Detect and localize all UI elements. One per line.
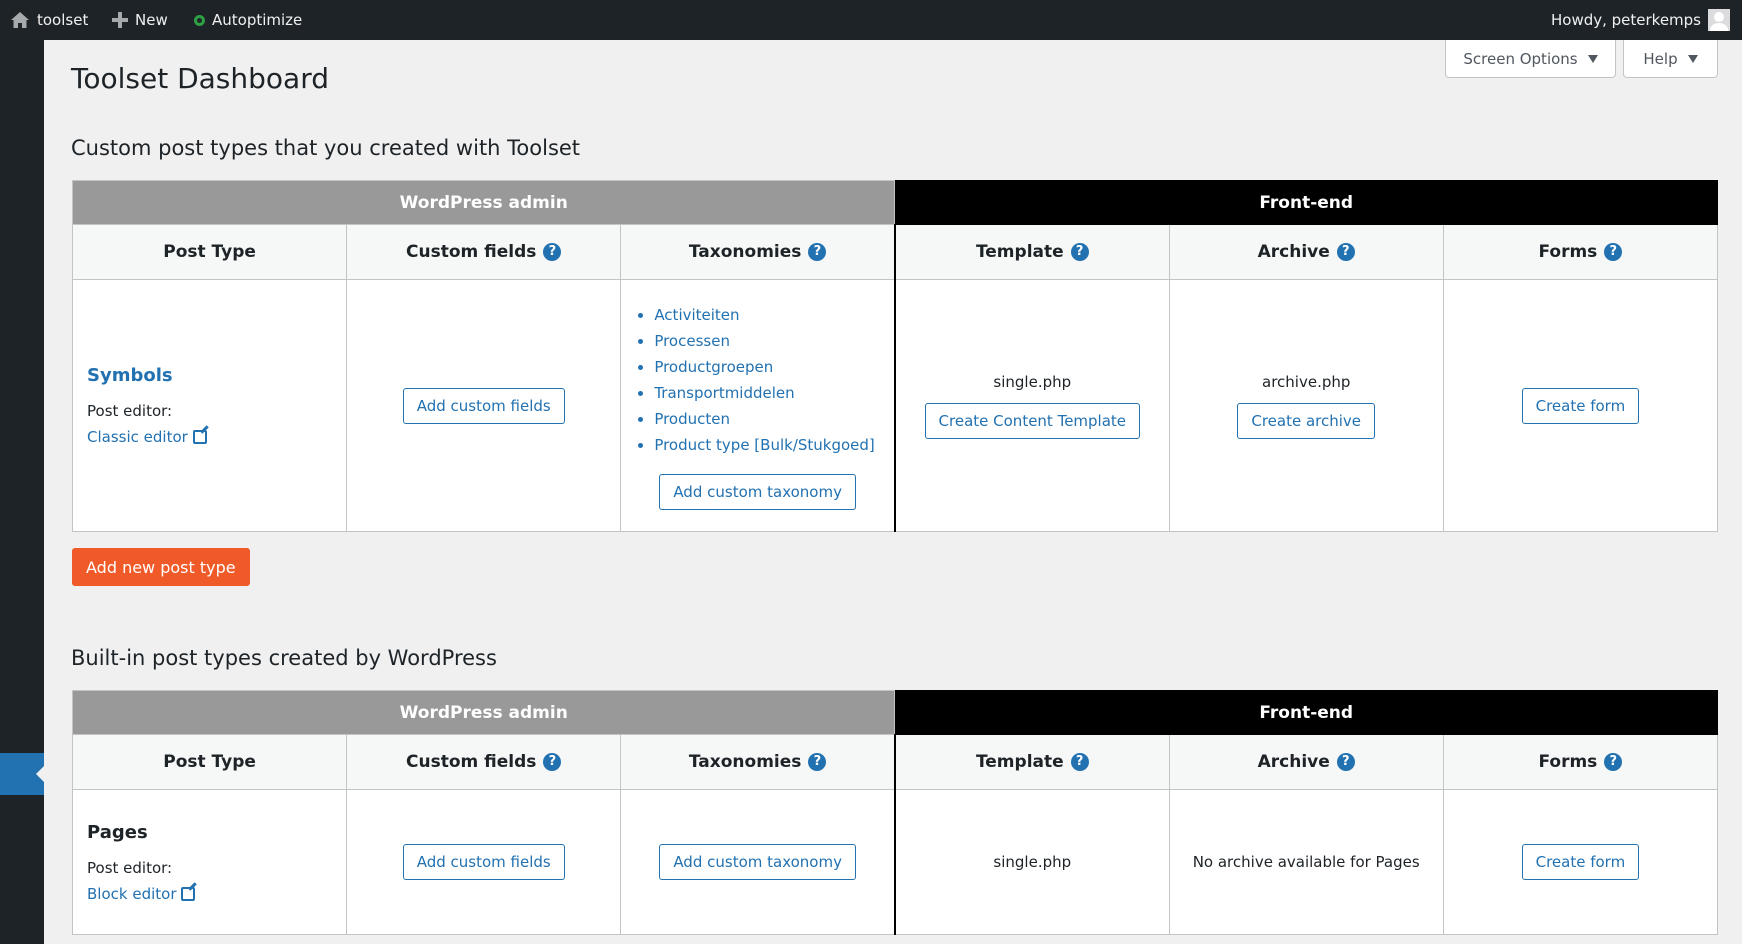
editor-link[interactable]: Classic editor [87, 428, 207, 446]
add-custom-fields-button[interactable]: Add custom fields [402, 387, 565, 424]
help-question-icon[interactable]: ? [1070, 753, 1089, 771]
col-header-taxonomies: Taxonomies? [620, 734, 896, 790]
screen-options-button[interactable]: Screen Options [1445, 40, 1616, 78]
help-question-icon[interactable]: ? [543, 243, 562, 261]
col-header-post-type: Post Type [71, 734, 348, 790]
col-header-template: Template? [893, 734, 1170, 790]
builtin-section-title: Built-in post types created by WordPress [71, 646, 497, 670]
table-row: Pages Post editor: Block editor Add cust… [71, 789, 1719, 935]
caret-down-icon [1587, 54, 1598, 63]
col-header-archive: Archive? [1168, 734, 1444, 790]
admin-bar: toolset New Autoptimize Howdy, peterkemp… [0, 0, 1742, 40]
custom-section-title: Custom post types that you created with … [71, 136, 581, 160]
post-type-cell: Pages Post editor: Block editor [71, 789, 348, 935]
group-header-front-end: Front-end [894, 690, 1718, 735]
forms-cell: Create form [1442, 279, 1719, 532]
add-new-post-type-button[interactable]: Add new post type [72, 548, 250, 586]
admin-bar-account[interactable]: Howdy, peterkemps [1551, 0, 1730, 40]
screen-options-label: Screen Options [1463, 49, 1578, 68]
col-header-taxonomies: Taxonomies? [620, 224, 896, 280]
add-custom-taxonomy-button[interactable]: Add custom taxonomy [659, 844, 856, 880]
create-form-button[interactable]: Create form [1521, 387, 1640, 424]
col-header-post-type: Post Type [71, 224, 348, 280]
template-file: single.php [993, 853, 1072, 871]
edit-icon [192, 430, 207, 444]
help-question-icon[interactable]: ? [1604, 243, 1623, 261]
template-cell: single.php [893, 789, 1170, 935]
custom-post-types-table: WordPress admin Front-end Post Type Cust… [71, 180, 1719, 532]
caret-down-icon [1687, 54, 1698, 63]
post-editor-label: Post editor: [87, 402, 173, 420]
taxonomies-cell: Add custom taxonomy [620, 789, 896, 935]
status-ring-icon [194, 14, 205, 26]
col-header-custom-fields: Custom fields? [346, 224, 622, 280]
template-cell: single.php Create Content Template [893, 279, 1170, 532]
help-question-icon[interactable]: ? [808, 243, 827, 261]
taxonomy-list: Activiteiten Processen Productgroepen Tr… [622, 302, 893, 458]
group-header-front-end: Front-end [894, 180, 1718, 225]
autoptimize-label: Autoptimize [212, 11, 303, 29]
help-button[interactable]: Help [1623, 40, 1718, 78]
col-header-archive: Archive? [1168, 224, 1444, 280]
post-type-link-symbols[interactable]: Symbols [87, 365, 345, 386]
template-file: single.php [993, 372, 1072, 391]
list-item[interactable]: Transportmiddelen [654, 380, 893, 406]
list-item[interactable]: Activiteiten [654, 302, 893, 328]
admin-bar-site[interactable]: toolset [10, 0, 88, 40]
table-row: Symbols Post editor: Classic editor Add … [71, 279, 1719, 532]
post-type-name-pages: Pages [87, 821, 148, 843]
group-header-wp-admin: WordPress admin [71, 690, 896, 735]
create-archive-button[interactable]: Create archive [1237, 402, 1376, 439]
col-header-template: Template? [893, 224, 1170, 280]
editor-link-text: Classic editor [87, 428, 188, 446]
help-question-icon[interactable]: ? [1604, 753, 1623, 771]
admin-bar-new[interactable]: New [112, 0, 168, 40]
archive-cell: archive.php Create archive [1168, 279, 1444, 532]
custom-fields-cell: Add custom fields [346, 789, 622, 935]
new-label: New [135, 11, 168, 29]
post-type-cell: Symbols Post editor: Classic editor [71, 279, 348, 532]
avatar [1708, 9, 1730, 31]
help-question-icon[interactable]: ? [1336, 753, 1355, 771]
create-form-button[interactable]: Create form [1521, 844, 1640, 880]
custom-fields-cell: Add custom fields [346, 279, 622, 532]
edit-icon [181, 886, 196, 901]
list-item[interactable]: Productgroepen [654, 354, 893, 380]
plus-icon [112, 12, 128, 28]
builtin-post-types-table: WordPress admin Front-end Post Type Cust… [71, 690, 1719, 935]
help-question-icon[interactable]: ? [1336, 243, 1355, 261]
editor-link[interactable]: Block editor [87, 884, 196, 903]
col-header-custom-fields: Custom fields? [346, 734, 622, 790]
archive-file: archive.php [1262, 372, 1351, 391]
howdy-text: Howdy, peterkemps [1550, 11, 1701, 29]
admin-bar-autoptimize[interactable]: Autoptimize [194, 0, 302, 40]
taxonomies-cell: Activiteiten Processen Productgroepen Tr… [620, 279, 896, 532]
list-item[interactable]: Producten [654, 406, 893, 432]
col-header-forms: Forms? [1442, 224, 1719, 280]
list-item[interactable]: Product type [Bulk/Stukgoed] [654, 432, 893, 458]
home-icon [11, 12, 29, 28]
group-header-wp-admin: WordPress admin [71, 180, 896, 225]
list-item[interactable]: Processen [654, 328, 893, 354]
archive-unavailable-text: No archive available for Pages [1192, 853, 1420, 871]
add-custom-fields-button[interactable]: Add custom fields [402, 844, 565, 880]
collapse-menu-button[interactable] [0, 753, 44, 795]
forms-cell: Create form [1442, 789, 1719, 935]
admin-sidebar [0, 40, 44, 944]
help-label: Help [1643, 49, 1678, 68]
editor-link-text: Block editor [87, 884, 177, 903]
post-editor-label: Post editor: [87, 858, 173, 877]
site-name: toolset [37, 11, 89, 29]
page-title: Toolset Dashboard [71, 62, 329, 95]
help-question-icon[interactable]: ? [543, 753, 562, 771]
add-custom-taxonomy-button[interactable]: Add custom taxonomy [659, 473, 856, 510]
archive-cell: No archive available for Pages [1168, 789, 1444, 935]
help-question-icon[interactable]: ? [1070, 243, 1089, 261]
create-content-template-button[interactable]: Create Content Template [924, 402, 1141, 439]
help-question-icon[interactable]: ? [808, 753, 827, 771]
col-header-forms: Forms? [1442, 734, 1719, 790]
